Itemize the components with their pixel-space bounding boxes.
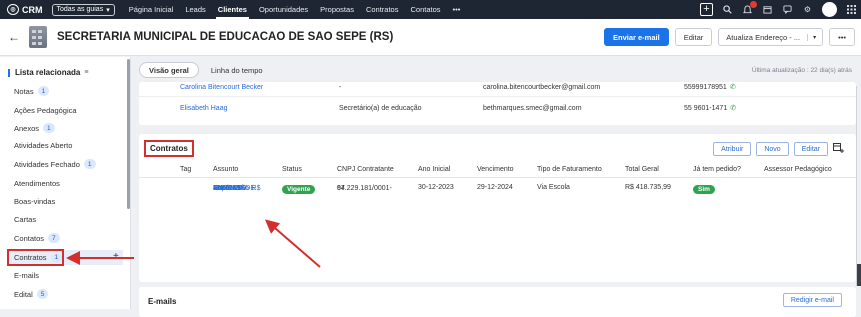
annotation-arrow-contract [264, 219, 321, 268]
annotation-arrows [66, 219, 321, 268]
